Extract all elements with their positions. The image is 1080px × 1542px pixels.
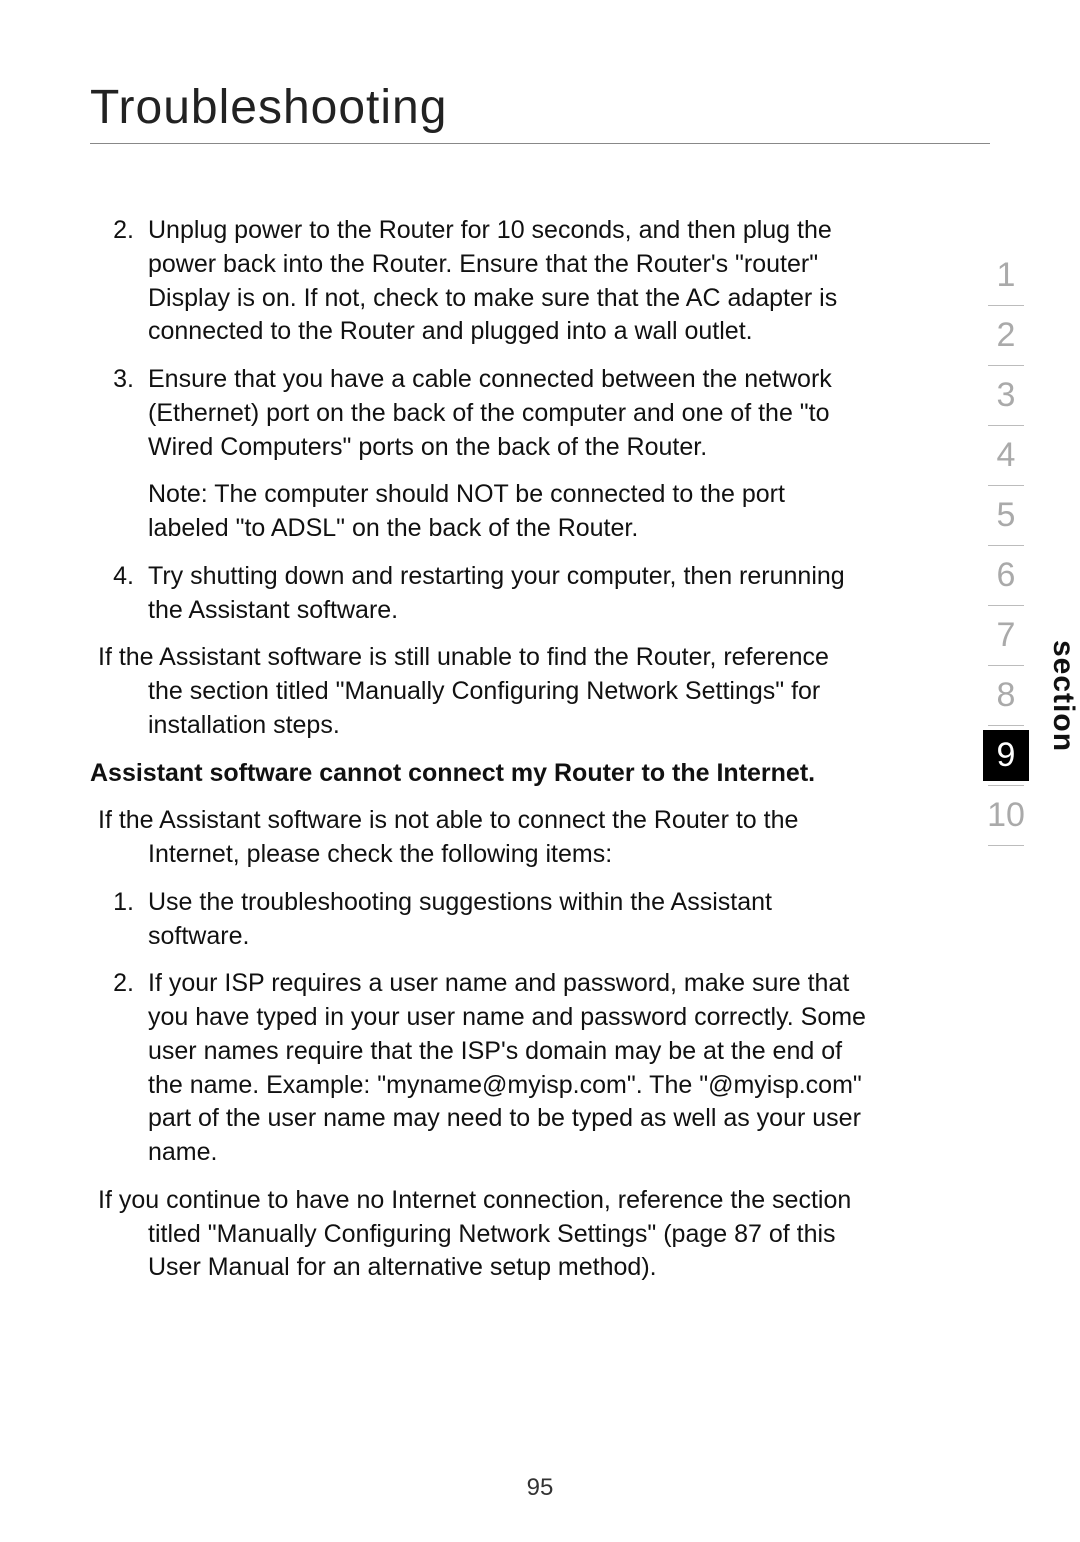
nav-item-8[interactable]: 8 (983, 670, 1029, 721)
list-item: 2. If your ISP requires a user name and … (90, 967, 870, 1170)
paragraph: If the Assistant software is still unabl… (98, 641, 870, 742)
item-number: 2. (90, 214, 148, 349)
list-item: 3. Ensure that you have a cable connecte… (90, 363, 870, 464)
nav-separator (988, 425, 1024, 426)
item-text: Try shutting down and restarting your co… (148, 560, 870, 628)
nav-separator (988, 605, 1024, 606)
nav-separator (988, 305, 1024, 306)
item-number: 4. (90, 560, 148, 628)
nav-item-4[interactable]: 4 (983, 430, 1029, 481)
paragraph-line: Internet, please check the following ite… (148, 838, 870, 872)
section-heading: Assistant software cannot connect my Rou… (90, 757, 870, 791)
side-label: section (1046, 640, 1080, 752)
list-item: 1. Use the troubleshooting suggestions w… (90, 886, 870, 954)
paragraph-line: If the Assistant software is still unabl… (98, 641, 870, 675)
item-text: Use the troubleshooting suggestions with… (148, 886, 870, 954)
item-number: 3. (90, 363, 148, 464)
nav-item-6[interactable]: 6 (983, 550, 1029, 601)
nav-separator (988, 485, 1024, 486)
item-text: Unplug power to the Router for 10 second… (148, 214, 870, 349)
nav-item-10[interactable]: 10 (983, 790, 1029, 841)
paragraph-line: the section titled "Manually Configuring… (148, 675, 870, 743)
page-number: 95 (0, 1474, 1080, 1502)
page: Troubleshooting 2. Unplug power to the R… (0, 0, 1080, 1542)
nav-separator (988, 545, 1024, 546)
item-text: If your ISP requires a user name and pas… (148, 967, 870, 1170)
page-title: Troubleshooting (90, 80, 990, 135)
item-number: 1. (90, 886, 148, 954)
nav-item-7[interactable]: 7 (983, 610, 1029, 661)
item-text: Ensure that you have a cable connected b… (148, 363, 870, 464)
list-item: 2. Unplug power to the Router for 10 sec… (90, 214, 870, 349)
nav-separator (988, 365, 1024, 366)
paragraph-line: titled "Manually Configuring Network Set… (148, 1218, 870, 1286)
nav-item-2[interactable]: 2 (983, 310, 1029, 361)
title-rule (90, 143, 990, 144)
paragraph: If the Assistant software is not able to… (98, 804, 870, 872)
nav-item-1[interactable]: 1 (983, 250, 1029, 301)
nav-item-5[interactable]: 5 (983, 490, 1029, 541)
paragraph-line: If you continue to have no Internet conn… (98, 1184, 870, 1218)
nav-separator (988, 785, 1024, 786)
item-note: Note: The computer should NOT be connect… (148, 478, 870, 546)
paragraph: If you continue to have no Internet conn… (98, 1184, 870, 1285)
paragraph-line: If the Assistant software is not able to… (98, 804, 870, 838)
nav-item-3[interactable]: 3 (983, 370, 1029, 421)
nav-item-9-current[interactable]: 9 (983, 730, 1029, 781)
body-text: 2. Unplug power to the Router for 10 sec… (90, 214, 870, 1285)
item-number: 2. (90, 967, 148, 1170)
list-item: 4. Try shutting down and restarting your… (90, 560, 870, 628)
nav-separator (988, 725, 1024, 726)
nav-separator (988, 665, 1024, 666)
section-nav: 1 2 3 4 5 6 7 8 9 10 (976, 250, 1036, 850)
nav-separator (988, 845, 1024, 846)
